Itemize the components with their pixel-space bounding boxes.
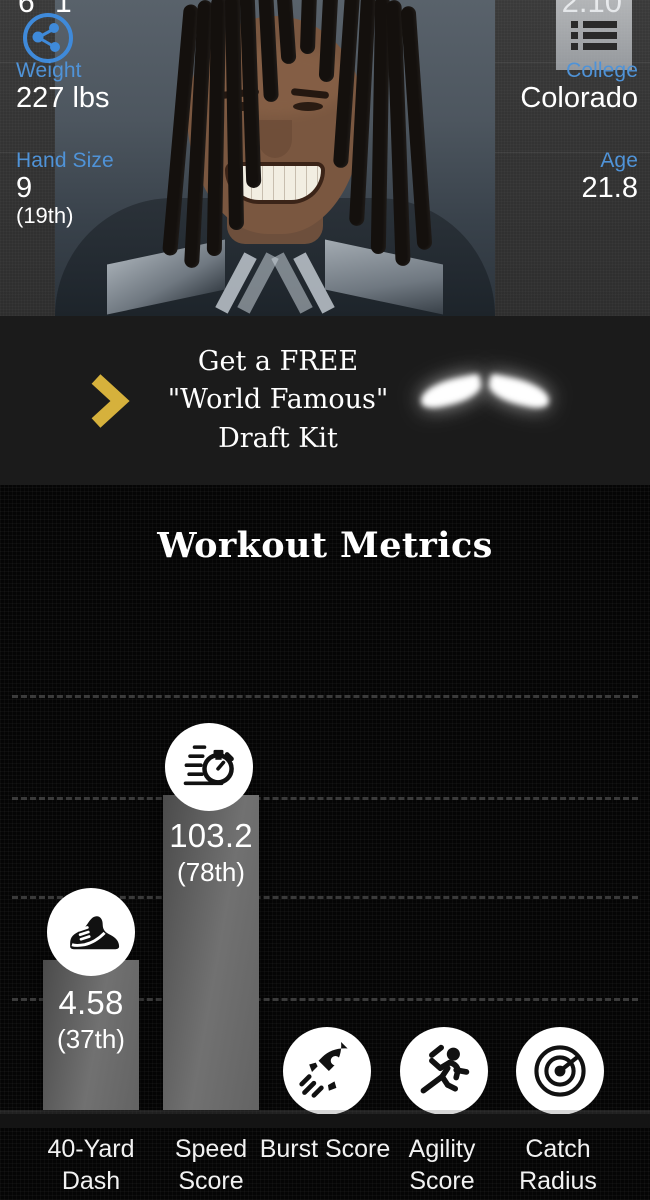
- draft-kit-ad-banner[interactable]: Get a FREE "World Famous" Draft Kit: [0, 316, 650, 485]
- ad-line-3: Draft Kit: [218, 422, 338, 454]
- x-label-line-2: Dash: [61, 1166, 121, 1195]
- chevron-right-icon: [90, 373, 130, 429]
- stat-weight-label: Weight: [16, 59, 82, 82]
- gridline: [12, 695, 638, 698]
- workout-metrics-chart: Workout Metrics 4.58 (37th) 103.2 (78th)…: [0, 485, 650, 1200]
- stat-college-label: College: [566, 59, 638, 82]
- glowing-eyes-icon: [418, 372, 552, 424]
- bar-value-speed-score: 103.2: [169, 817, 253, 854]
- stat-weight: Weight 227 lbs: [16, 59, 110, 114]
- rocket-icon: [283, 1027, 371, 1115]
- x-label-40-yard-dash: 40-Yard Dash: [21, 1134, 161, 1197]
- chart-plot-area: 4.58 (37th) 103.2 (78th): [0, 485, 650, 1128]
- stat-weight-value: 227 lbs: [16, 81, 110, 114]
- x-label-line-2: Radius: [519, 1166, 597, 1195]
- bar-40-yard-dash[interactable]: 4.58 (37th): [43, 960, 139, 1110]
- ad-text: Get a FREE "World Famous" Draft Kit: [158, 343, 398, 458]
- stat-age: Age 21.8: [581, 149, 638, 204]
- stat-hand-size-rank: (19th): [16, 202, 74, 228]
- x-label-catch-radius: Catch Radius: [488, 1134, 628, 1197]
- x-label-line-1: Catch: [525, 1135, 591, 1163]
- bar-percentile-speed-score: (78th): [177, 857, 245, 887]
- running-person-icon: [400, 1027, 488, 1115]
- stat-hand-size-label: Hand Size: [16, 149, 114, 172]
- gridline: [12, 797, 638, 800]
- bar-value-40-yard-dash: 4.58: [58, 984, 124, 1021]
- player-profile-page: 6 1 2.10 Weight 227: [0, 0, 650, 1200]
- share-icon[interactable]: [22, 12, 74, 64]
- chart-x-axis-labels: 40-Yard Dash Speed Score Burst Score Agi…: [0, 1128, 650, 1200]
- stopwatch-speed-icon: [165, 723, 253, 811]
- stat-college: College Colorado: [520, 59, 638, 114]
- x-label-line-1: 40-Yard: [47, 1135, 135, 1163]
- ad-line-1: Get a FREE: [197, 346, 359, 377]
- bar-percentile-40-yard-dash: (37th): [57, 1024, 125, 1054]
- stat-hand-size: Hand Size 9 (19th): [16, 149, 114, 228]
- stat-age-label: Age: [600, 149, 638, 172]
- ad-line-2: "World Famous": [167, 384, 389, 416]
- player-photo: [55, 0, 495, 316]
- stat-hand-size-value: 9: [16, 171, 33, 204]
- x-label-line-2: Score: [178, 1166, 244, 1195]
- running-shoe-icon: [47, 888, 135, 976]
- stat-age-value: 21.8: [581, 171, 638, 204]
- profile-header: 6 1 2.10 Weight 227: [0, 0, 650, 316]
- radar-target-icon: [516, 1027, 604, 1115]
- stat-college-value: Colorado: [520, 81, 638, 114]
- chart-axis-strip: [0, 1114, 650, 1128]
- bar-speed-score[interactable]: 103.2 (78th): [163, 795, 259, 1110]
